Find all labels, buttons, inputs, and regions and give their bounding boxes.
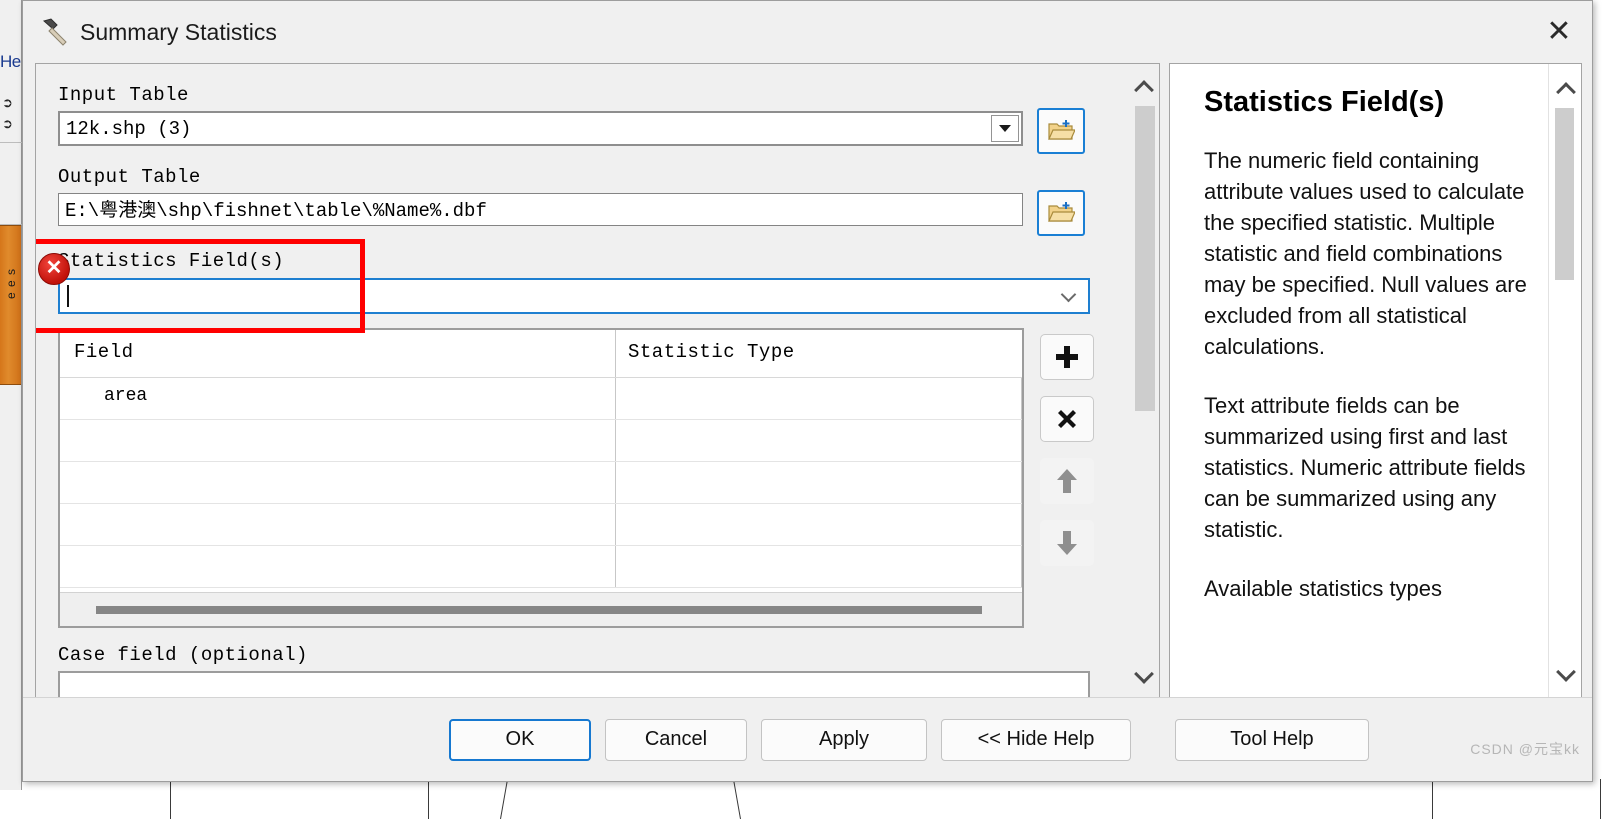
help-scrollbar[interactable] <box>1548 64 1581 697</box>
dialog-content: Input Table 12k.shp (3) Output Table E:\… <box>35 63 1582 698</box>
statistics-fields-combobox[interactable] <box>58 278 1090 314</box>
grid-header-cell-field: Field <box>60 330 616 377</box>
table-row[interactable] <box>60 546 1022 588</box>
output-table-row: E:\粤港澳\shp\fishnet\table\%Name%.dbf <box>58 190 1129 236</box>
help-title: Statistics Field(s) <box>1203 86 1445 118</box>
input-table-browse-button[interactable] <box>1037 108 1085 154</box>
table-row[interactable] <box>60 420 1022 462</box>
output-table-browse-button[interactable] <box>1037 190 1085 236</box>
statistics-grid[interactable]: Field Statistic Type area <box>58 328 1024 628</box>
statistics-grid-row: Field Statistic Type area <box>58 328 1129 628</box>
scrollbar-thumb[interactable] <box>1555 108 1574 280</box>
text-caret <box>67 285 69 307</box>
scrollbar-thumb[interactable] <box>1134 106 1155 411</box>
error-icon: ✕ <box>38 253 70 285</box>
help-paragraph: The numeric field containing attribute v… <box>1203 148 1527 359</box>
cancel-button[interactable]: Cancel <box>605 718 747 761</box>
plus-icon <box>1056 346 1078 368</box>
move-down-button[interactable] <box>1040 520 1094 566</box>
close-x-icon <box>1058 410 1076 428</box>
grid-column-field-label: Field <box>74 341 134 363</box>
scroll-up-button[interactable] <box>1549 72 1581 102</box>
background-help-tab-label: He <box>0 52 21 71</box>
grid-horizontal-scrollbar[interactable] <box>60 592 1022 626</box>
input-table-value: 12k.shp (3) <box>66 118 192 140</box>
grid-column-statistic-type-label: Statistic Type <box>628 341 795 363</box>
open-folder-icon <box>1048 202 1075 222</box>
chevron-down-icon[interactable] <box>991 115 1019 142</box>
background-bottom-lines <box>0 779 1613 819</box>
dialog-titlebar: Summary Statistics ✕ <box>23 1 1592 63</box>
grid-side-buttons <box>1040 328 1100 628</box>
scroll-up-button[interactable] <box>1129 70 1159 100</box>
output-table-input[interactable]: E:\粤港澳\shp\fishnet\table\%Name%.dbf <box>58 193 1023 226</box>
cell-field: area <box>104 386 148 406</box>
case-field-input[interactable] <box>58 671 1090 697</box>
chevron-down-icon <box>1137 670 1150 683</box>
parameters-scrollbar[interactable] <box>1128 63 1160 698</box>
hammer-icon <box>38 15 72 49</box>
output-table-label: Output Table <box>58 166 201 188</box>
case-field-label: Case field (optional) <box>58 644 308 666</box>
scroll-down-button[interactable] <box>1549 659 1581 689</box>
chevron-up-icon <box>1559 81 1572 94</box>
close-icon[interactable]: ✕ <box>1526 1 1592 61</box>
output-table-value: E:\粤港澳\shp\fishnet\table\%Name%.dbf <box>65 200 487 222</box>
input-table-row: 12k.shp (3) <box>58 108 1129 154</box>
dialog-button-bar: OK Cancel Apply << Hide Help Tool Help <box>23 697 1592 781</box>
page-title: Summary Statistics <box>80 18 277 45</box>
help-content: Statistics Field(s) The numeric field co… <box>1170 64 1560 697</box>
grid-header: Field Statistic Type <box>60 330 1022 378</box>
chevron-down-icon[interactable] <box>1062 289 1076 303</box>
background-orange-side-tab[interactable]: e e s <box>0 225 21 385</box>
ok-button[interactable]: OK <box>449 718 591 761</box>
add-row-button[interactable] <box>1040 334 1094 380</box>
background-divider-1 <box>0 142 22 143</box>
delete-row-button[interactable] <box>1040 396 1094 442</box>
background-orange-side-tab-label: e e s <box>4 268 18 300</box>
parameters-panel: Input Table 12k.shp (3) Output Table E:\… <box>35 63 1129 698</box>
statistics-fields-row <box>58 278 1129 314</box>
arrow-up-icon <box>1057 469 1077 493</box>
pin-icon-2: ➲ <box>2 116 13 131</box>
grid-header-cell-statistic-type: Statistic Type <box>616 330 1022 377</box>
watermark: CSDN @元宝kk <box>1470 741 1580 757</box>
statistics-fields-label: Statistics Field(s) <box>58 250 285 272</box>
help-paragraph: Text attribute fields can be summarized … <box>1203 393 1526 542</box>
arrow-down-icon <box>1057 531 1077 555</box>
tool-help-button[interactable]: Tool Help <box>1175 718 1369 761</box>
open-folder-icon <box>1048 120 1075 140</box>
input-table-label: Input Table <box>58 84 189 106</box>
move-up-button[interactable] <box>1040 458 1094 504</box>
chevron-down-icon <box>1559 668 1572 681</box>
help-panel: Statistics Field(s) The numeric field co… <box>1168 63 1582 698</box>
chevron-up-icon <box>1137 79 1150 92</box>
background-pin-icons: ➲ ➲ <box>2 92 22 136</box>
input-table-combobox[interactable]: 12k.shp (3) <box>58 111 1023 146</box>
table-row[interactable]: area <box>60 378 1022 420</box>
table-row[interactable] <box>60 462 1022 504</box>
hide-help-button[interactable]: << Hide Help <box>941 718 1131 761</box>
pin-icon-1: ➲ <box>2 95 13 110</box>
scroll-down-button[interactable] <box>1129 661 1159 691</box>
table-row[interactable] <box>60 504 1022 546</box>
parameters-inner: Input Table 12k.shp (3) Output Table E:\… <box>36 64 1129 697</box>
apply-button[interactable]: Apply <box>761 718 927 761</box>
summary-statistics-dialog: Summary Statistics ✕ Input Table 12k.shp… <box>22 0 1593 782</box>
help-paragraph: Available statistics types <box>1203 576 1443 601</box>
